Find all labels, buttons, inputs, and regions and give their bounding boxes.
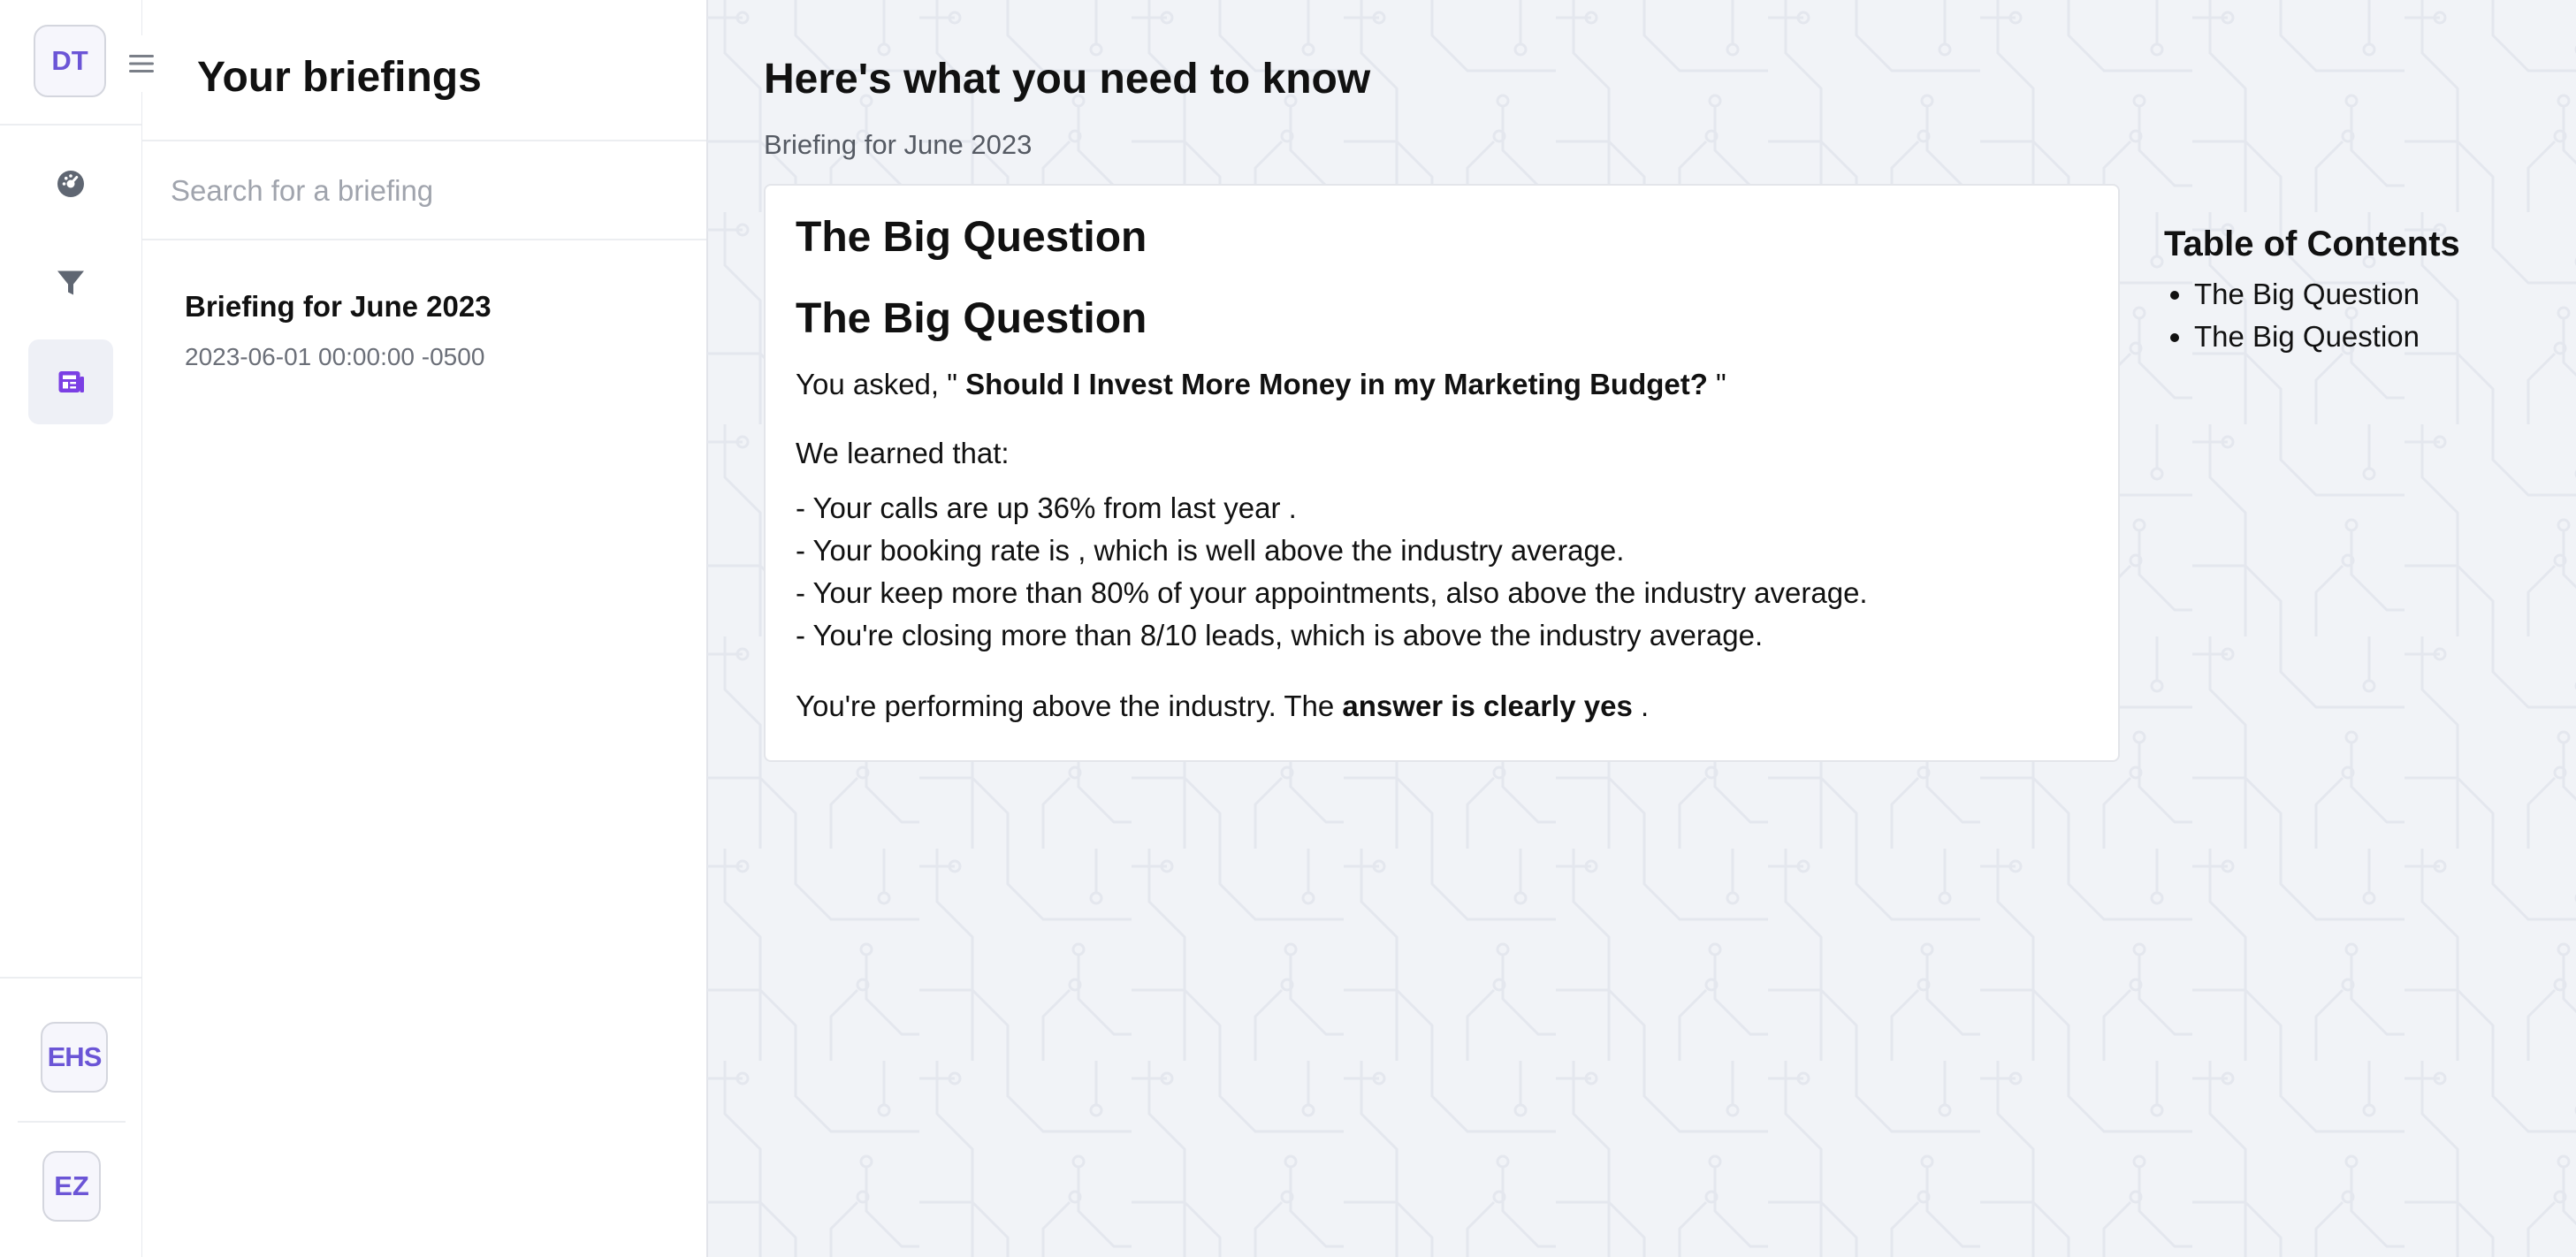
asked-question: You asked, " Should I Invest More Money …	[796, 363, 2088, 406]
toc-list: The Big Question The Big Question	[2164, 273, 2553, 358]
divider	[142, 140, 706, 141]
nav-dashboard[interactable]	[28, 141, 113, 226]
rail-divider	[0, 977, 141, 979]
question-text: Should I Invest More Money in my Marketi…	[965, 368, 1708, 401]
section-heading: The Big Question	[796, 214, 1147, 261]
toggle-sidebar-button[interactable]	[113, 35, 170, 92]
rail-divider	[18, 1121, 126, 1123]
conclusion-suffix: .	[1632, 689, 1650, 723]
conclusion-prefix: You're performing above the industry. Th…	[796, 689, 1343, 723]
fact-item: - You're closing more than 8/10 leads, w…	[796, 619, 1764, 652]
toc-item[interactable]: The Big Question	[2194, 273, 2553, 316]
search-input[interactable]	[169, 166, 667, 216]
conclusion: You're performing above the industry. Th…	[796, 685, 2088, 728]
briefing-list-item[interactable]: Briefing for June 2023 2023-06-01 00:00:…	[142, 265, 706, 389]
conclusion-answer: answer is clearly yes	[1342, 689, 1633, 723]
main-content: Here's what you need to know Briefing fo…	[707, 0, 2576, 1257]
page-subtitle: Briefing for June 2023	[764, 129, 1033, 160]
workspace-avatar-ehs[interactable]: EHS	[41, 1022, 108, 1093]
user-avatar[interactable]: DT	[34, 25, 106, 97]
nav-rail: DT EHS EZ	[0, 0, 142, 1257]
briefing-title: Briefing for June 2023	[185, 290, 492, 323]
briefing-date: 2023-06-01 00:00:00 -0500	[185, 343, 485, 370]
learned-heading: We learned that:	[796, 437, 1010, 470]
newspaper-icon	[58, 371, 84, 392]
asked-suffix: "	[1707, 368, 1726, 401]
panel-title: Your briefings	[197, 54, 482, 101]
section-heading: The Big Question	[796, 294, 1147, 342]
asked-prefix: You asked, "	[796, 368, 966, 401]
workspace-avatar-ez[interactable]: EZ	[42, 1151, 101, 1222]
dashboard-icon	[57, 171, 84, 197]
facts-list: - Your calls are up 36% from last year .…	[796, 487, 2088, 657]
page-title: Here's what you need to know	[764, 56, 1371, 103]
briefings-panel: Your briefings Briefing for June 2023 20…	[142, 0, 708, 1257]
briefing-card: The Big Question The Big Question You as…	[764, 184, 2120, 762]
hamburger-icon	[129, 55, 154, 72]
toc-title: Table of Contents	[2164, 225, 2460, 263]
nav-briefings[interactable]	[28, 339, 113, 424]
fact-item: - Your calls are up 36% from last year .	[796, 491, 1297, 525]
filter-icon	[57, 270, 84, 295]
fact-item: - Your booking rate is , which is well a…	[796, 534, 1625, 568]
nav-filter[interactable]	[28, 240, 113, 325]
toc-item[interactable]: The Big Question	[2194, 316, 2553, 358]
table-of-contents: Table of Contents The Big Question The B…	[2164, 225, 2553, 358]
divider	[142, 239, 706, 240]
fact-item: - Your keep more than 80% of your appoin…	[796, 576, 1868, 610]
